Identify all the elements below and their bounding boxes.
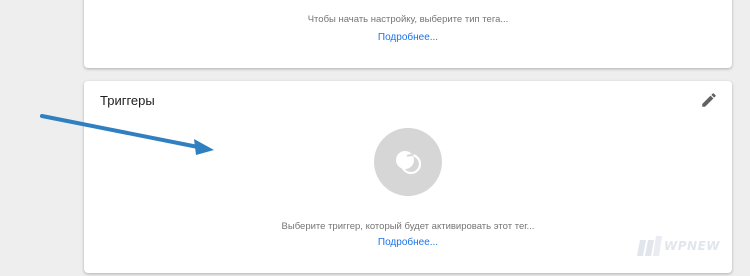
watermark-text: WPNEW (664, 239, 721, 253)
watermark: WPNEW (634, 232, 746, 262)
wpnew-logo-icon (637, 236, 662, 256)
